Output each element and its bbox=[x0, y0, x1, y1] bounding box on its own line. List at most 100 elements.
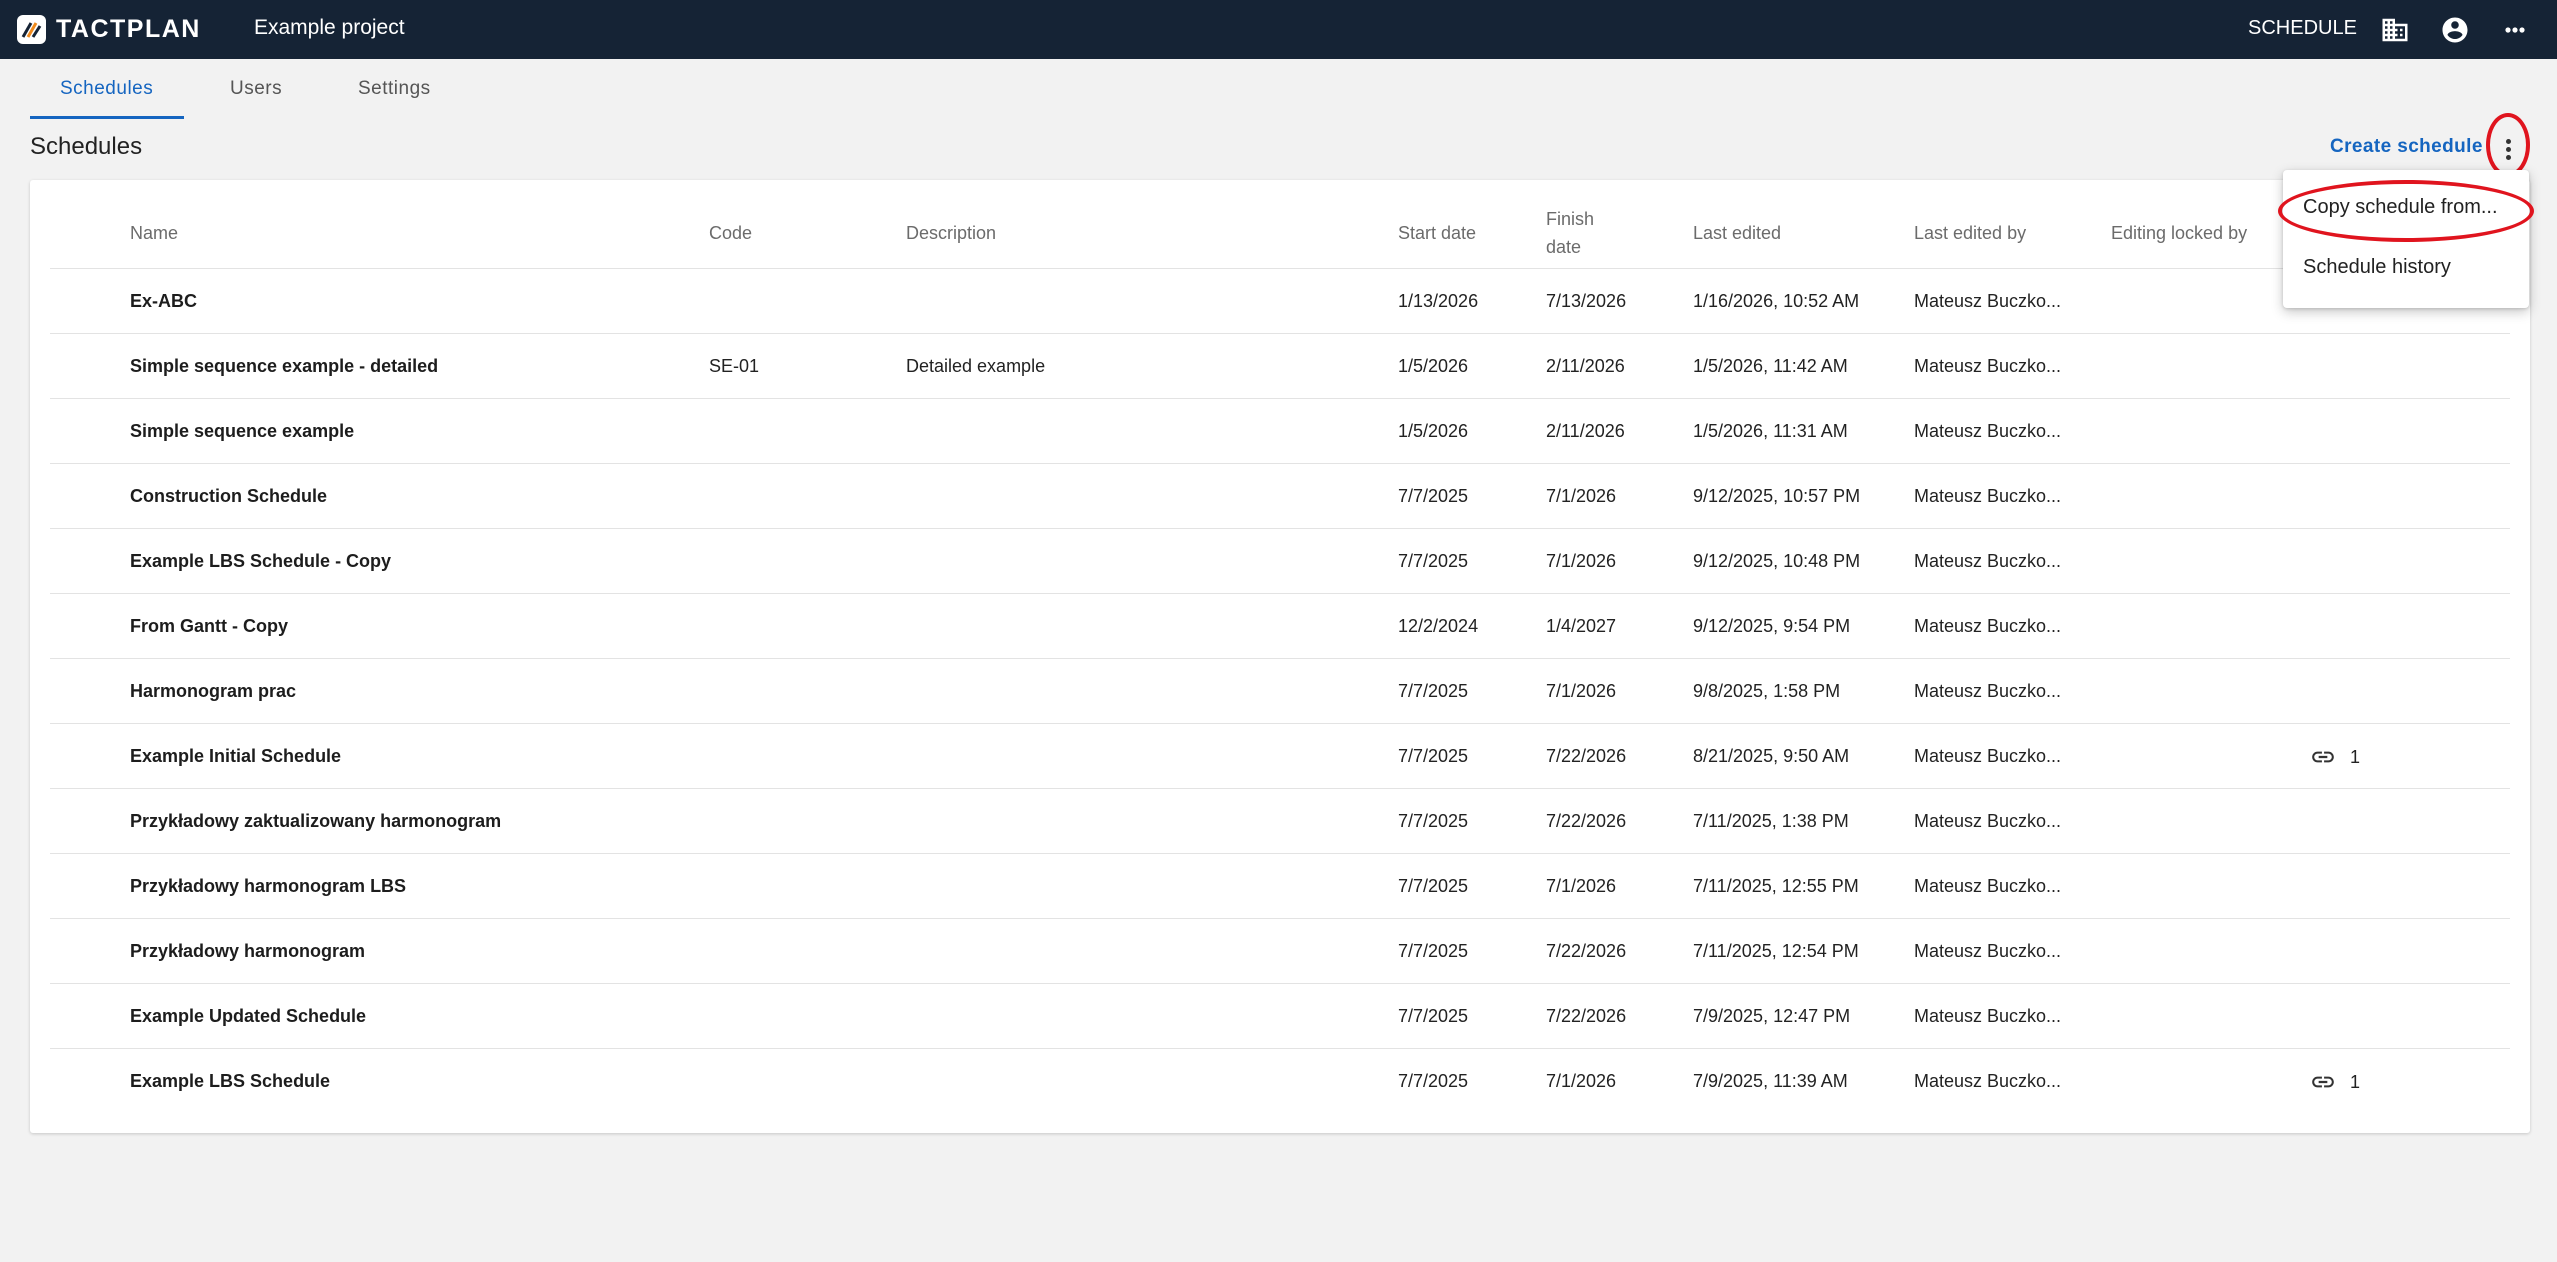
column-header-finish-line2: date bbox=[1546, 237, 1582, 257]
cell-last-edited: 8/21/2025, 9:50 AM bbox=[1693, 746, 1850, 766]
cell-last-edited: 9/12/2025, 10:48 PM bbox=[1693, 551, 1861, 571]
cell-description: Detailed example bbox=[906, 356, 1046, 376]
cell-name: From Gantt - Copy bbox=[130, 616, 288, 636]
cell-last-edited: 7/11/2025, 12:55 PM bbox=[1693, 876, 1859, 896]
cell-last-edited-by: Mateusz Buczko... bbox=[1914, 291, 2062, 311]
tab-settings[interactable]: Settings bbox=[358, 78, 431, 100]
cell-last-edited: 9/12/2025, 10:57 PM bbox=[1693, 486, 1861, 506]
cell-start-date: 1/5/2026 bbox=[1398, 356, 1469, 376]
cell-name: Example LBS Schedule - Copy bbox=[130, 551, 392, 571]
cell-start-date: 7/7/2025 bbox=[1398, 1006, 1469, 1026]
cell-finish-date: 7/22/2026 bbox=[1546, 811, 1627, 831]
table-row[interactable]: Example LBS Schedule 7/7/2025 7/1/2026 7/9/… bbox=[50, 1049, 2510, 1114]
table-row[interactable]: Ex-ABC 1/13/2026 7/13/2026 1/16/2026, 10:52… bbox=[50, 269, 2510, 334]
cell-finish-date: 1/4/2027 bbox=[1546, 616, 1617, 636]
cell-name: Przykładowy harmonogram LBS bbox=[130, 876, 407, 896]
cell-name: Ex-ABC bbox=[130, 291, 198, 311]
cell-last-edited: 7/9/2025, 12:47 PM bbox=[1693, 1006, 1851, 1026]
cell-name: Example Updated Schedule bbox=[130, 1006, 367, 1026]
cell-name: Example Initial Schedule bbox=[130, 746, 342, 766]
table-row[interactable]: Przykładowy harmonogram 7/7/2025 7/22/2026… bbox=[50, 919, 2510, 984]
cell-name: Example LBS Schedule bbox=[130, 1071, 331, 1091]
cell-last-edited: 7/11/2025, 1:38 PM bbox=[1693, 811, 1849, 831]
link-icon bbox=[2312, 1076, 2334, 1088]
cell-start-date: 7/7/2025 bbox=[1398, 551, 1469, 571]
table-row[interactable]: Simple sequence example - detailed SE-01 D… bbox=[50, 334, 2510, 399]
cell-code: SE-01 bbox=[709, 356, 760, 376]
cell-start-date: 1/5/2026 bbox=[1398, 421, 1469, 441]
column-header-editing-locked-by[interactable]: Editing locked by bbox=[2111, 219, 2247, 247]
column-header-code[interactable]: Code bbox=[709, 219, 752, 247]
cell-last-edited: 9/12/2025, 9:54 PM bbox=[1693, 616, 1851, 636]
cell-start-date: 7/7/2025 bbox=[1398, 941, 1469, 961]
tactplan-logo-icon bbox=[17, 15, 46, 44]
tab-schedules[interactable]: Schedules bbox=[60, 78, 153, 100]
cell-last-edited: 1/16/2026, 10:52 AM bbox=[1693, 291, 1860, 311]
page-title: Schedules bbox=[30, 133, 143, 160]
table-row[interactable]: Simple sequence example 1/5/2026 2/11/2026… bbox=[50, 399, 2510, 464]
cell-finish-date: 7/1/2026 bbox=[1546, 486, 1617, 506]
cell-finish-date: 7/22/2026 bbox=[1546, 1006, 1627, 1026]
table-row[interactable]: Harmonogram prac 7/7/2025 7/1/2026 9/8/2025… bbox=[50, 659, 2510, 724]
column-header-finish-date[interactable]: Finish date bbox=[1546, 205, 1594, 261]
cell-last-edited-by: Mateusz Buczko... bbox=[1914, 681, 2062, 701]
cell-finish-date: 7/1/2026 bbox=[1546, 1071, 1617, 1091]
create-schedule-button[interactable]: Create schedule bbox=[2330, 136, 2483, 158]
table-row[interactable]: Przykładowy harmonogram LBS 7/7/2025 7/1/2… bbox=[50, 854, 2510, 919]
logo[interactable]: TACTPLAN bbox=[17, 15, 201, 44]
link-icon bbox=[2312, 751, 2334, 763]
cell-last-edited: 7/11/2025, 12:54 PM bbox=[1693, 941, 1859, 961]
linked-schedules-indicator[interactable]: 1 bbox=[2310, 744, 2360, 770]
column-header-description[interactable]: Description bbox=[906, 219, 996, 247]
cell-finish-date: 7/22/2026 bbox=[1546, 746, 1627, 766]
active-tab-indicator bbox=[30, 116, 184, 119]
tab-users[interactable]: Users bbox=[230, 78, 282, 100]
column-header-last-edited[interactable]: Last edited bbox=[1693, 219, 1781, 247]
cell-last-edited-by: Mateusz Buczko... bbox=[1914, 1071, 2062, 1091]
table-row[interactable]: Przykładowy zaktualizowany harmonogram 7/… bbox=[50, 789, 2510, 854]
cell-start-date: 7/7/2025 bbox=[1398, 746, 1469, 766]
table-row[interactable]: Example Initial Schedule 7/7/2025 7/22/202… bbox=[50, 724, 2510, 789]
cell-last-edited: 7/9/2025, 11:39 AM bbox=[1693, 1071, 1848, 1091]
building-icon[interactable] bbox=[2380, 15, 2410, 45]
cell-name: Przykładowy harmonogram bbox=[130, 941, 366, 961]
table-row[interactable]: Construction Schedule 7/7/2025 7/1/2026 9/1… bbox=[50, 464, 2510, 529]
account-circle-icon[interactable] bbox=[2440, 15, 2470, 45]
linked-count: 1 bbox=[2350, 746, 2361, 767]
cell-last-edited: 1/5/2026, 11:42 AM bbox=[1693, 356, 1848, 376]
table-row[interactable]: Example LBS Schedule - Copy 7/7/2025 7/1/2… bbox=[50, 529, 2510, 594]
cell-start-date: 12/2/2024 bbox=[1398, 616, 1479, 636]
cell-name: Harmonogram prac bbox=[130, 681, 297, 701]
cell-start-date: 7/7/2025 bbox=[1398, 681, 1469, 701]
top-bar: TACTPLAN Example project SCHEDULE bbox=[0, 0, 2557, 59]
cell-name: Construction Schedule bbox=[130, 486, 328, 506]
cell-last-edited-by: Mateusz Buczko... bbox=[1914, 486, 2062, 506]
cell-finish-date: 7/1/2026 bbox=[1546, 876, 1617, 896]
column-header-last-edited-by[interactable]: Last edited by bbox=[1914, 219, 2026, 247]
column-header-start-date[interactable]: Start date bbox=[1398, 219, 1476, 247]
project-title[interactable]: Example project bbox=[254, 16, 405, 40]
cell-last-edited-by: Mateusz Buczko... bbox=[1914, 421, 2062, 441]
schedule-history-menu-item[interactable]: Schedule history bbox=[2303, 256, 2451, 279]
column-header-finish-line1: Finish bbox=[1546, 209, 1595, 229]
cell-finish-date: 7/1/2026 bbox=[1546, 551, 1617, 571]
cell-finish-date: 2/11/2026 bbox=[1546, 421, 1625, 441]
cell-last-edited: 9/8/2025, 1:58 PM bbox=[1693, 681, 1841, 701]
cell-start-date: 1/13/2026 bbox=[1398, 291, 1479, 311]
table-row[interactable]: From Gantt - Copy 12/2/2024 1/4/2027 9/12/2… bbox=[50, 594, 2510, 659]
table-row[interactable]: Example Updated Schedule 7/7/2025 7/22/202… bbox=[50, 984, 2510, 1049]
cell-finish-date: 7/1/2026 bbox=[1546, 681, 1617, 701]
cell-last-edited-by: Mateusz Buczko... bbox=[1914, 876, 2062, 896]
cell-last-edited-by: Mateusz Buczko... bbox=[1914, 811, 2062, 831]
schedule-nav-button[interactable]: SCHEDULE bbox=[2248, 17, 2357, 40]
column-header-name[interactable]: Name bbox=[130, 219, 178, 247]
cell-name: Simple sequence example - detailed bbox=[130, 356, 439, 376]
more-horizontal-icon[interactable] bbox=[2500, 15, 2530, 45]
cell-last-edited-by: Mateusz Buczko... bbox=[1914, 1006, 2062, 1026]
linked-schedules-indicator[interactable]: 1 bbox=[2310, 1069, 2360, 1095]
cell-finish-date: 2/11/2026 bbox=[1546, 356, 1625, 376]
cell-start-date: 7/7/2025 bbox=[1398, 876, 1469, 896]
cell-last-edited-by: Mateusz Buczko... bbox=[1914, 746, 2062, 766]
cell-start-date: 7/7/2025 bbox=[1398, 1071, 1469, 1091]
cell-start-date: 7/7/2025 bbox=[1398, 486, 1469, 506]
